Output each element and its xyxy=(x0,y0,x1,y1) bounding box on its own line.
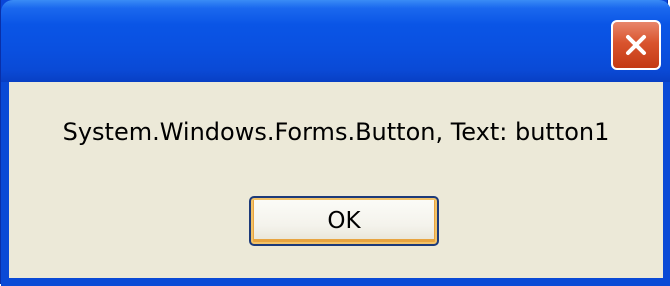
dialog-body: System.Windows.Forms.Button, Text: butto… xyxy=(9,82,663,278)
window-frame-left xyxy=(1,82,9,286)
window-frame-right xyxy=(663,82,670,286)
ok-button[interactable]: OK xyxy=(249,196,439,246)
dialog-message: System.Windows.Forms.Button, Text: butto… xyxy=(62,118,610,146)
close-icon xyxy=(626,35,646,55)
message-box-window: System.Windows.Forms.Button, Text: butto… xyxy=(0,0,670,286)
window-frame-bottom xyxy=(1,278,670,286)
title-bar[interactable] xyxy=(1,0,670,82)
close-button[interactable] xyxy=(611,20,661,70)
